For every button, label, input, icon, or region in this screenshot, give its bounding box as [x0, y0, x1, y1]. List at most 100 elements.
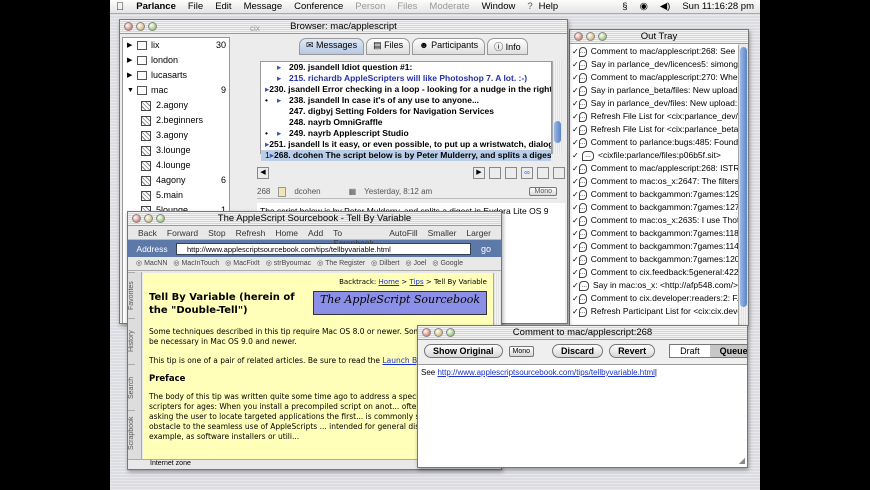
thread-triangle-icon[interactable]	[277, 117, 289, 128]
menu-files[interactable]: Files	[391, 1, 423, 12]
out-tray-item[interactable]: ✓… Say in parlance_dev/licences5: simong	[570, 58, 738, 71]
comment-link[interactable]: http://www.applescriptsourcebook.com/tip…	[437, 368, 654, 377]
tree-topic[interactable]: 4agony 6	[123, 173, 229, 188]
message-row[interactable]: ▸ 215. richardb AppleScripters will like …	[261, 73, 551, 84]
comment-editor[interactable]: See http://www.applescriptsourcebook.com…	[418, 364, 747, 467]
menu-edit[interactable]: Edit	[209, 1, 237, 12]
out-tray-item[interactable]: ✓… Refresh File List for <cix:parlance_be…	[570, 123, 738, 136]
close-icon[interactable]	[574, 32, 583, 41]
disclosure-triangle-icon[interactable]: ▶	[127, 53, 137, 68]
message-row[interactable]: ▸ 251. jsandell Is it easy, or even possi…	[261, 139, 551, 150]
favorite-link[interactable]: ◎ strByournac	[266, 259, 311, 268]
out-tray-item[interactable]: ✓… Comment to backgammon:7games:120: r...	[570, 253, 738, 266]
out-tray-item[interactable]: ✓… Comment to backgammon:7games:114: ...	[570, 240, 738, 253]
script-menu-icon[interactable]: §	[616, 1, 633, 12]
close-icon[interactable]	[422, 328, 431, 337]
revert-button[interactable]: Revert	[609, 344, 656, 358]
minimize-icon[interactable]	[434, 328, 443, 337]
breadcrumb-home[interactable]: Home	[379, 278, 400, 286]
thread-icon[interactable]	[489, 167, 501, 179]
out-tray-item[interactable]: ✓… <cixfile:parlance/files:p06b5f.sit>	[570, 149, 738, 162]
out-tray-item[interactable]: ✓… Comment to cix.feedback:5general:4220.…	[570, 266, 738, 279]
scroll-thumb[interactable]	[554, 121, 561, 143]
out-tray-item[interactable]: ✓… Comment to mac:os_x:2647: The filters …	[570, 175, 738, 188]
tree-topic[interactable]: 3.agony	[123, 128, 229, 143]
tree-topic[interactable]: 5.main	[123, 188, 229, 203]
menu-help[interactable]: Help	[539, 1, 565, 12]
out-tray-item[interactable]: ✓… Comment to backgammon:7games:129: r...	[570, 188, 738, 201]
tab-info[interactable]: ⓘ Info	[487, 38, 528, 55]
forward-icon[interactable]	[553, 167, 565, 179]
thread-triangle-icon[interactable]	[277, 106, 289, 117]
draft-option[interactable]: Draft	[670, 345, 710, 357]
out-tray-item[interactable]: ✓… Comment to backgammon:7games:118: r...	[570, 227, 738, 240]
out-tray-item[interactable]: ✓… Comment to parlance:bugs:485: Found a.…	[570, 136, 738, 149]
web-toolbar-to-scrapbook[interactable]: To Scrapbook	[333, 228, 379, 248]
disclosure-triangle-icon[interactable]: ▶	[127, 68, 137, 83]
web-toolbar-add[interactable]: Add	[308, 228, 323, 238]
tree-folder[interactable]: ▶ lucasarts	[123, 68, 229, 83]
menu-parlance[interactable]: Parlance	[130, 1, 182, 12]
out-tray-titlebar[interactable]: Out Tray	[570, 30, 748, 44]
queued-option[interactable]: Queued	[709, 345, 747, 357]
zoom-icon[interactable]	[156, 214, 165, 223]
menu-window[interactable]: Window	[476, 1, 522, 12]
menu-message[interactable]: Message	[238, 1, 289, 12]
mono-toggle[interactable]: Mono	[508, 345, 535, 357]
message-row[interactable]: • ▸ 249. nayrb Applescript Studio	[261, 128, 551, 139]
web-toolbar-larger[interactable]: Larger	[466, 228, 491, 238]
menu-file[interactable]: File	[182, 1, 209, 12]
sidebar-tab-scrapbook[interactable]: Scrapbook	[128, 410, 135, 456]
prev-icon[interactable]: ◀	[257, 167, 269, 179]
web-toolbar-autofill[interactable]: AutoFill	[389, 228, 417, 238]
out-tray-item[interactable]: ✓… Comment to mac/applescript:268: See ht…	[570, 45, 738, 58]
favorite-link[interactable]: ◎ The Register	[317, 259, 365, 268]
link-icon[interactable]: ∞	[521, 167, 533, 179]
comment-titlebar[interactable]: Comment to mac/applescript:268	[418, 326, 747, 340]
breadcrumb-tips[interactable]: Tips	[410, 278, 424, 286]
tree-topic[interactable]: 2.beginners	[123, 113, 229, 128]
web-toolbar-stop[interactable]: Stop	[208, 228, 226, 238]
favorite-link[interactable]: ◎ MacFixIt	[225, 259, 260, 268]
sidebar-tab-favorites[interactable]: Favorites	[128, 272, 135, 318]
tree-folder[interactable]: ▶ london	[123, 53, 229, 68]
web-toolbar-back[interactable]: Back	[138, 228, 157, 238]
menu-moderate[interactable]: Moderate	[423, 1, 475, 12]
tree-folder[interactable]: ▼ mac 9	[123, 83, 229, 98]
minimize-icon[interactable]	[586, 32, 595, 41]
favorite-link[interactable]: ◎ MacNN	[136, 259, 167, 268]
apple-menu-icon[interactable]: 	[110, 1, 130, 13]
go-button[interactable]: go	[475, 244, 497, 254]
menubar-clock[interactable]: Sun 11:16:28 pm	[676, 1, 760, 12]
thread-triangle-icon[interactable]: ▸	[277, 95, 289, 106]
app-menu-icon[interactable]: ◉	[634, 1, 654, 12]
favorite-link[interactable]: ◎ Dilbert	[371, 259, 399, 268]
message-row[interactable]: ▸ 209. jsandell Idiot question #1:	[261, 62, 551, 73]
tab-messages[interactable]: ✉ Messages	[299, 38, 365, 55]
out-tray-item[interactable]: ✓… Refresh File List for <cix:parlance_de…	[570, 110, 738, 123]
minimize-icon[interactable]	[136, 22, 145, 31]
message-row[interactable]: ▸ 230. jsandell Error checking in a loop …	[261, 84, 551, 95]
thread-triangle-icon[interactable]: ▸	[277, 73, 289, 84]
menu-conference[interactable]: Conference	[288, 1, 349, 12]
favorite-link[interactable]: ◎ MacInTouch	[173, 259, 219, 268]
mono-button[interactable]: Mono	[529, 187, 557, 196]
disclosure-triangle-icon[interactable]: ▼	[127, 83, 137, 98]
message-row[interactable]: 248. nayrb OmniGraffle	[261, 117, 551, 128]
out-tray-item[interactable]: ✓… Refresh Participant List for <cix:cix.…	[570, 305, 738, 318]
tree-topic[interactable]: 3.lounge	[123, 143, 229, 158]
minimize-icon[interactable]	[144, 214, 153, 223]
zoom-icon[interactable]	[598, 32, 607, 41]
out-tray-item[interactable]: ✓… Comment to cix.developer:readers:2: F.…	[570, 292, 738, 305]
favorite-link[interactable]: ◎ Joel	[405, 259, 426, 268]
help-icon[interactable]: ?	[521, 1, 538, 12]
sidebar-tab-history[interactable]: History	[128, 318, 135, 364]
next-icon[interactable]: ▶	[473, 167, 485, 179]
tree-topic[interactable]: 4.lounge	[123, 158, 229, 173]
out-tray-item[interactable]: ✓… Comment to mac:os_x:2635: I use Thoth.…	[570, 214, 738, 227]
out-tray-item[interactable]: ✓… Say in parlance_beta/files: New upload…	[570, 84, 738, 97]
volume-icon[interactable]: ◀)	[654, 1, 676, 12]
web-toolbar-refresh[interactable]: Refresh	[236, 228, 266, 238]
message-row[interactable]: 1 ▸ 268. dcohen The script below is by Pet…	[261, 150, 551, 161]
message-list-scrollbar[interactable]	[552, 61, 562, 154]
